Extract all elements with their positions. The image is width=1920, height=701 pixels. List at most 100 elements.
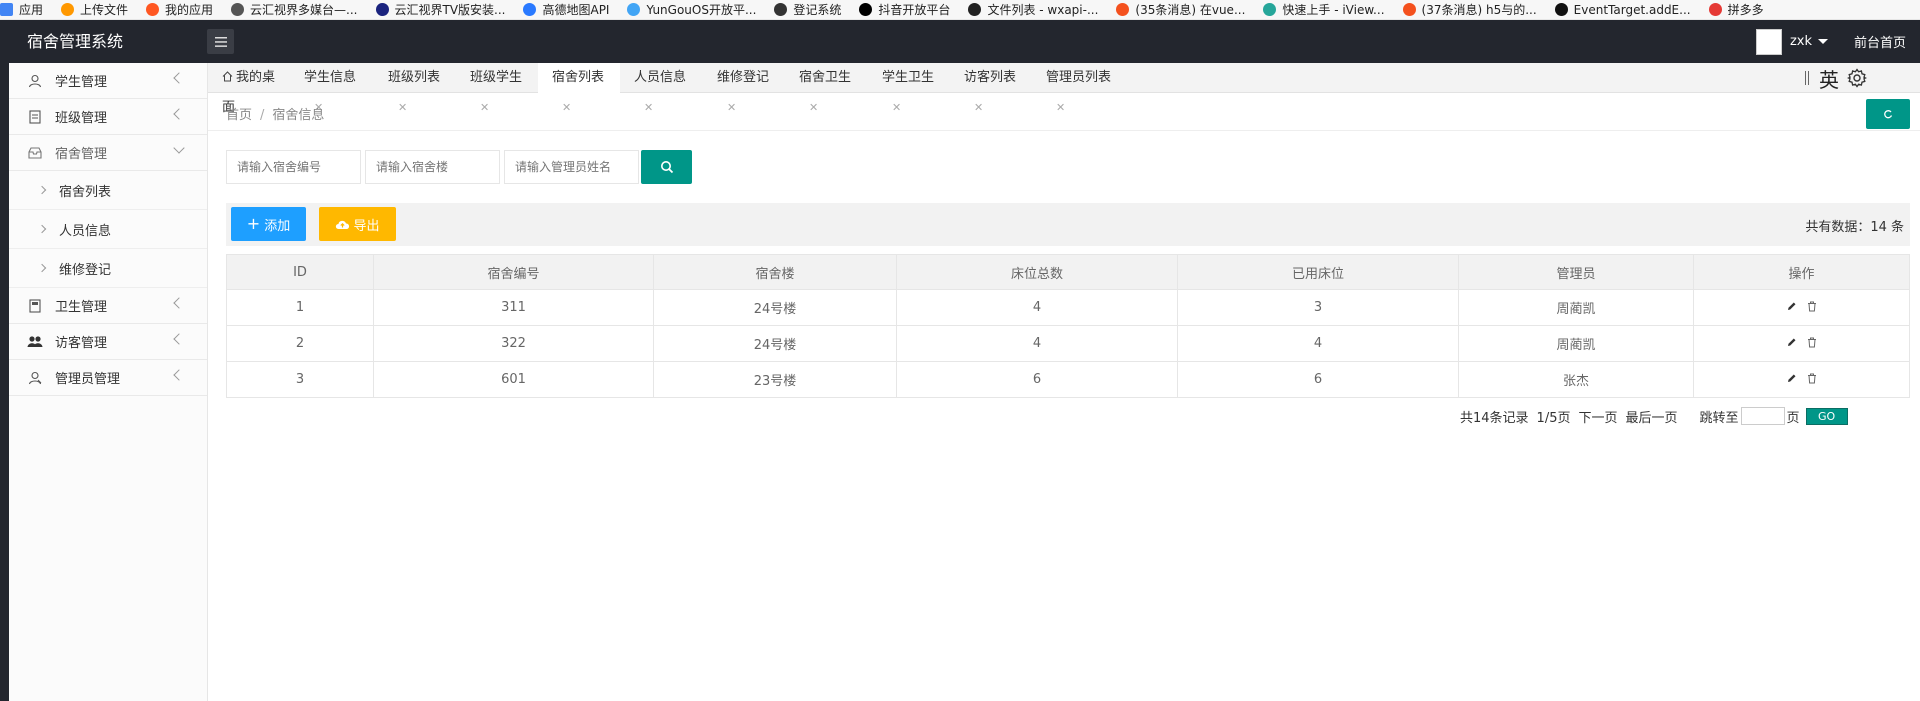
tab-label: 学生卫生 — [882, 70, 935, 85]
column-header: 管理员 — [1458, 254, 1694, 290]
row-actions — [1693, 325, 1910, 362]
bookmark-favicon-icon — [523, 3, 537, 16]
tab-desktop[interactable]: 我的桌面 — [208, 63, 283, 115]
bookmark-label: 应用 — [19, 3, 44, 17]
search-form — [226, 150, 692, 184]
edit-icon[interactable] — [1787, 301, 1797, 311]
bookmark-item[interactable]: 云汇视界多媒台—... — [231, 1, 358, 18]
bookmark-item[interactable]: 拼多多 — [1708, 1, 1764, 18]
breadcrumb-home[interactable]: 首页 — [226, 108, 252, 123]
sidebar-item-dorm[interactable]: 宿舍管理 — [9, 135, 207, 171]
sidebar-subitem-repair[interactable]: 维修登记 — [9, 249, 207, 288]
sidebar-subitem-label: 人员信息 — [59, 223, 112, 239]
manager-name-input[interactable] — [504, 150, 639, 184]
page-number-input[interactable] — [1740, 407, 1785, 425]
tab-label: 班级列表 — [388, 70, 441, 85]
table-cell: 2 — [226, 325, 374, 362]
next-page-link[interactable]: 下一页 — [1578, 407, 1617, 426]
go-button[interactable]: GO — [1805, 407, 1848, 425]
front-home-link[interactable]: 前台首页 — [1854, 32, 1906, 51]
sidebar-subitem-staff-info[interactable]: 人员信息 — [9, 210, 207, 249]
bookmark-favicon-icon — [146, 3, 160, 16]
caret-down-icon[interactable] — [1817, 39, 1828, 44]
sidebar-item-class[interactable]: 班级管理 — [9, 99, 207, 135]
chevron-down-icon — [173, 142, 185, 154]
bookmark-label: (35条消息) 在vue... — [1135, 3, 1246, 17]
gear-icon[interactable] — [1847, 68, 1867, 88]
bookmark-label: 文件列表 - wxapi-... — [987, 3, 1099, 17]
edit-icon[interactable] — [1787, 337, 1797, 347]
cloud-upload-icon — [336, 220, 350, 229]
tab-label: 维修登记 — [717, 70, 770, 85]
bookmark-item[interactable]: 我的应用 — [146, 1, 213, 18]
admin-icon — [27, 370, 43, 386]
edit-icon[interactable] — [1787, 373, 1797, 383]
tab-visitor-list[interactable]: 访客列表✕ — [950, 63, 1032, 114]
bookmark-item[interactable]: 登记系统 — [774, 1, 841, 18]
bookmark-item[interactable]: 上传文件 — [61, 1, 128, 18]
sidebar-item-label: 管理员管理 — [55, 372, 121, 387]
dorm-icon — [27, 145, 43, 161]
add-button[interactable]: + 添加 — [231, 207, 306, 241]
tab-class-list[interactable]: 班级列表✕ — [374, 63, 456, 114]
hamburger-icon — [214, 36, 227, 47]
bookmark-favicon-icon — [968, 3, 982, 16]
bookmark-item[interactable]: 高德地图API — [523, 1, 609, 18]
bookmark-item[interactable]: (35条消息) 在vue... — [1116, 1, 1245, 18]
app-title: 宿舍管理系统 — [27, 32, 124, 51]
bookmark-label: 云汇视界多媒台—... — [250, 3, 358, 17]
tab-student-hygiene[interactable]: 学生卫生✕ — [868, 63, 950, 114]
sidebar-item-label: 访客管理 — [55, 336, 108, 351]
dorm-number-input[interactable] — [226, 150, 361, 184]
bookmark-favicon-icon — [61, 3, 75, 16]
column-header: ID — [226, 254, 374, 290]
bookmark-favicon-icon — [375, 3, 389, 16]
sidebar-item-admin[interactable]: 管理员管理 — [9, 360, 207, 396]
row-actions — [1693, 361, 1910, 398]
bookmark-item[interactable]: 文件列表 - wxapi-... — [968, 1, 1098, 18]
column-header: 操作 — [1693, 254, 1910, 290]
bookmark-item[interactable]: 抖音开放平台 — [859, 1, 950, 18]
tab-label: 访客列表 — [964, 70, 1017, 85]
chevron-right-icon — [37, 263, 47, 273]
breadcrumb-bar: 首页 / 宿舍信息 — [208, 94, 1920, 131]
bookmark-item[interactable]: (37条消息) h5与的... — [1402, 1, 1537, 18]
tab-dorm-list[interactable]: 宿舍列表✕ — [538, 63, 620, 114]
tab-admin-list[interactable]: 管理员列表✕ — [1032, 63, 1127, 114]
bookmark-item[interactable]: EventTarget.addE... — [1554, 3, 1691, 17]
bookmark-label: 云汇视界TV版安装... — [394, 3, 506, 17]
bookmark-item[interactable]: 快速上手 - iView... — [1263, 1, 1385, 18]
menu-toggle-button[interactable] — [207, 29, 234, 54]
sidebar: 学生管理 班级管理 宿舍管理 宿舍列表 人员信息 维修登记 卫生管理 访客管理 … — [9, 63, 208, 701]
tab-dorm-hygiene[interactable]: 宿舍卫生✕ — [785, 63, 867, 114]
tab-student-info[interactable]: 学生信息✕ — [290, 63, 372, 114]
tab-staff-info[interactable]: 人员信息✕ — [620, 63, 702, 114]
chevron-right-icon — [37, 185, 47, 195]
sidebar-subitem-label: 维修登记 — [59, 262, 112, 278]
bookmark-item[interactable]: 应用 — [0, 1, 43, 18]
search-button[interactable] — [641, 150, 692, 184]
sidebar-subitem-label: 宿舍列表 — [59, 184, 112, 200]
sidebar-item-student[interactable]: 学生管理 — [9, 63, 207, 99]
trash-icon[interactable] — [1807, 373, 1817, 384]
sidebar-item-label: 班级管理 — [55, 111, 108, 126]
building-input[interactable] — [365, 150, 500, 184]
bookmark-label: (37条消息) h5与的... — [1421, 3, 1537, 17]
avatar[interactable] — [1755, 28, 1782, 55]
bookmark-item[interactable]: YunGouOS开放平... — [627, 1, 756, 18]
tab-class-students[interactable]: 班级学生✕ — [456, 63, 538, 114]
bookmark-item[interactable]: 云汇视界TV版安装... — [375, 1, 506, 18]
export-button[interactable]: 导出 — [319, 207, 396, 241]
trash-icon[interactable] — [1807, 337, 1817, 348]
last-page-link[interactable]: 最后一页 — [1626, 407, 1678, 426]
sidebar-subitem-dorm-list[interactable]: 宿舍列表 — [9, 171, 207, 210]
sidebar-item-hygiene[interactable]: 卫生管理 — [9, 288, 207, 324]
trash-icon[interactable] — [1807, 301, 1817, 312]
tab-repair[interactable]: 维修登记✕ — [703, 63, 785, 114]
refresh-button[interactable] — [1866, 99, 1910, 129]
bookmark-label: 抖音开放平台 — [878, 3, 951, 17]
breadcrumb-separator: / — [260, 108, 265, 123]
username[interactable]: zxk — [1790, 34, 1812, 49]
language-switch[interactable]: 英 — [1819, 64, 1839, 93]
sidebar-item-visitor[interactable]: 访客管理 — [9, 324, 207, 360]
